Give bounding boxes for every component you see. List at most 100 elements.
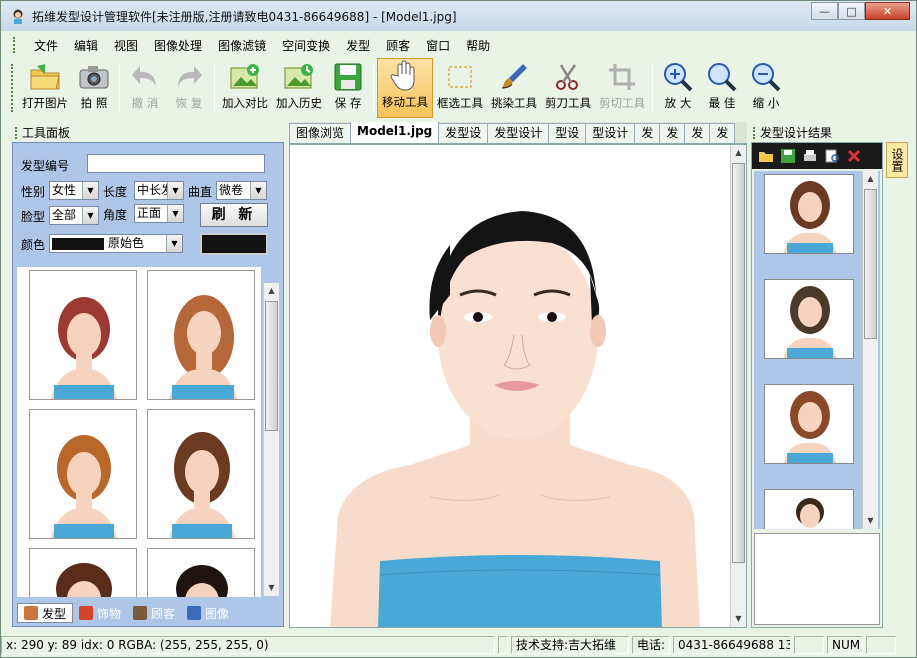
open-folder-icon <box>27 61 63 93</box>
image-canvas[interactable]: ▲ ▼ <box>289 144 747 628</box>
result-thumbnail[interactable] <box>764 489 854 529</box>
pick-dye-tool-button[interactable]: 挑染工具 <box>487 58 541 118</box>
tab-hairstyle[interactable]: 发型 <box>17 603 74 623</box>
scroll-up-icon[interactable]: ▲ <box>264 283 279 299</box>
curl-select[interactable]: 微卷 ▼ <box>216 181 267 200</box>
tab-design[interactable]: 发 <box>659 123 686 143</box>
open-folder-icon[interactable] <box>758 148 774 164</box>
panel-grip[interactable] <box>15 126 18 139</box>
menu-grip[interactable] <box>13 37 16 53</box>
add-history-button[interactable]: 加入历史 <box>272 58 326 118</box>
toolbar-separator <box>214 64 215 112</box>
tab-design[interactable]: 型设计 <box>585 123 636 143</box>
gender-label: 性别 <box>21 185 46 199</box>
redo-button[interactable]: 恢 复 <box>167 58 211 118</box>
gallery-scrollbar[interactable]: ▲ ▼ <box>263 283 279 596</box>
undo-button[interactable]: 撤 消 <box>123 58 167 118</box>
delete-icon[interactable] <box>846 148 862 164</box>
chevron-down-icon: ▼ <box>167 205 183 222</box>
menu-edit[interactable]: 编辑 <box>66 37 106 54</box>
panel-grip[interactable] <box>753 126 756 139</box>
chevron-down-icon: ▼ <box>166 235 182 252</box>
menu-view[interactable]: 视图 <box>106 37 146 54</box>
crop-tool-button[interactable]: 剪切工具 <box>595 58 649 118</box>
menu-hairstyle[interactable]: 发型 <box>338 37 378 54</box>
hairstyle-thumbnail[interactable] <box>147 270 255 400</box>
menu-file[interactable]: 文件 <box>26 37 66 54</box>
scroll-thumb[interactable] <box>265 301 278 431</box>
open-image-button[interactable]: 打开图片 <box>18 58 72 118</box>
marquee-select-icon <box>442 61 478 93</box>
print-icon[interactable] <box>802 148 818 164</box>
canvas-scrollbar[interactable]: ▲ ▼ <box>730 145 746 627</box>
tab-design[interactable]: 发 <box>709 123 736 143</box>
add-compare-button[interactable]: 加入对比 <box>218 58 272 118</box>
scroll-down-icon[interactable]: ▼ <box>731 611 746 627</box>
scissor-tool-button[interactable]: 剪刀工具 <box>541 58 595 118</box>
close-button[interactable]: ✕ <box>865 2 910 20</box>
result-preview <box>754 533 880 625</box>
scroll-down-icon[interactable]: ▼ <box>863 513 878 529</box>
tab-design[interactable]: 型设 <box>548 123 587 143</box>
scroll-thumb[interactable] <box>864 189 877 339</box>
undo-icon <box>127 61 163 93</box>
num-lock-indicator: NUM <box>827 636 863 654</box>
tab-image[interactable]: 图像 <box>181 603 235 623</box>
hairstyle-thumbnail[interactable] <box>147 548 255 597</box>
zoom-in-button[interactable]: 放 大 <box>656 58 700 118</box>
save-disk-icon[interactable] <box>780 148 796 164</box>
tab-image-browser[interactable]: 图像浏览 <box>289 123 352 143</box>
maximize-button[interactable]: □ <box>838 2 865 20</box>
result-scrollbar[interactable]: ▲ ▼ <box>862 171 878 529</box>
hand-icon <box>387 60 423 92</box>
zoom-in-icon <box>660 61 696 93</box>
menu-window[interactable]: 窗口 <box>418 37 458 54</box>
hairstyle-thumbnail[interactable] <box>147 409 255 539</box>
scroll-down-icon[interactable]: ▼ <box>264 580 279 596</box>
hairstyle-thumbnail[interactable] <box>29 270 137 400</box>
preview-icon[interactable] <box>824 148 840 164</box>
gender-select[interactable]: 女性 ▼ <box>49 181 99 200</box>
select-tool-button[interactable]: 框选工具 <box>433 58 487 118</box>
menu-image-process[interactable]: 图像处理 <box>146 37 210 54</box>
menu-customer[interactable]: 顾客 <box>378 37 418 54</box>
app-window: 拓维发型设计管理软件[未注册版,注册请致电0431-86649688] - [M… <box>0 0 917 658</box>
zoom-in-label: 放 大 <box>664 96 692 110</box>
color-select[interactable]: 原始色 ▼ <box>49 234 183 253</box>
hairstyle-no-input[interactable] <box>87 154 265 173</box>
refresh-button[interactable]: 刷 新 <box>200 203 268 227</box>
toolbar-grip[interactable] <box>11 64 14 112</box>
tab-design[interactable]: 发 <box>634 123 661 143</box>
best-fit-button[interactable]: 最 佳 <box>700 58 744 118</box>
angle-select[interactable]: 正面 ▼ <box>134 204 184 223</box>
scroll-thumb[interactable] <box>732 163 745 563</box>
tab-model1[interactable]: Model1.jpg <box>350 122 440 143</box>
scroll-up-icon[interactable]: ▲ <box>863 171 878 187</box>
chevron-down-icon: ▼ <box>82 182 98 199</box>
menu-transform[interactable]: 空间变换 <box>274 37 338 54</box>
tab-customer[interactable]: 顾客 <box>127 603 181 623</box>
move-tool-button[interactable]: 移动工具 <box>377 58 433 118</box>
tab-design[interactable]: 发型设 <box>438 123 489 143</box>
length-select[interactable]: 中长发 ▼ <box>134 181 184 200</box>
hairstyle-thumbnail[interactable] <box>29 548 137 597</box>
hairstyle-thumbnail[interactable] <box>29 409 137 539</box>
result-panel-header: 发型设计结果 <box>753 124 832 141</box>
color-preview-swatch[interactable] <box>200 233 268 255</box>
menu-help[interactable]: 帮助 <box>458 37 498 54</box>
take-photo-button[interactable]: 拍 照 <box>72 58 116 118</box>
settings-side-tab[interactable]: 设置 <box>886 142 908 178</box>
tab-accessory[interactable]: 饰物 <box>73 603 127 623</box>
tab-customer-label: 顾客 <box>151 606 176 621</box>
menu-image-filter[interactable]: 图像滤镜 <box>210 37 274 54</box>
result-thumbnail[interactable] <box>764 384 854 464</box>
face-shape-select[interactable]: 全部 ▼ <box>49 206 99 225</box>
minimize-button[interactable]: — <box>811 2 838 20</box>
tab-design[interactable]: 发 <box>684 123 711 143</box>
tab-design[interactable]: 发型设计 <box>487 123 550 143</box>
save-button[interactable]: 保 存 <box>326 58 370 118</box>
result-thumbnail[interactable] <box>764 174 854 254</box>
result-thumbnail[interactable] <box>764 279 854 359</box>
scroll-up-icon[interactable]: ▲ <box>731 145 746 161</box>
zoom-out-button[interactable]: 缩 小 <box>744 58 788 118</box>
